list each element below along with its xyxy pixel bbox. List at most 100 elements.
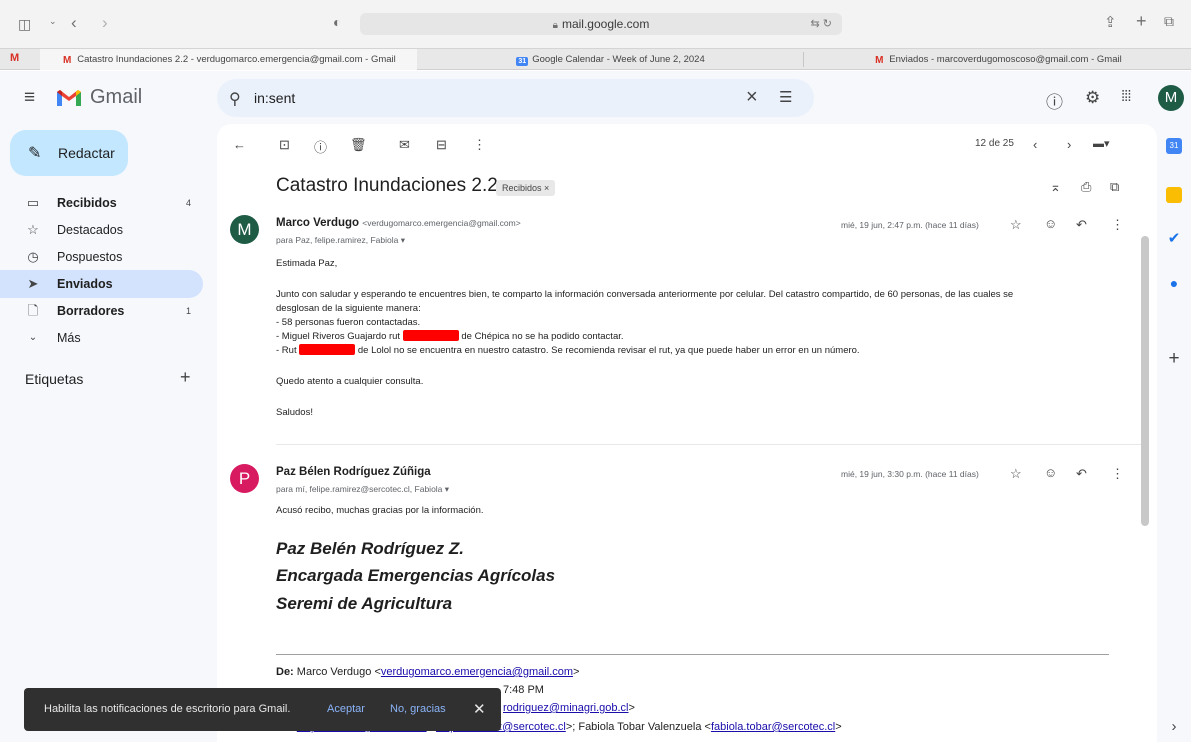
search-bar[interactable]: ⚲ in:sent × ☰ <box>217 79 814 117</box>
recipients-line[interactable]: para mí, felipe.ramirez@sercotec.cl, Fab… <box>276 484 449 495</box>
message-date: mié, 19 jun, 2:47 p.m. (hace 11 días) <box>841 220 979 230</box>
input-tools-icon[interactable]: ▬▾ <box>1093 137 1110 150</box>
back-icon[interactable]: ‹ <box>71 13 77 33</box>
send-icon: ➤ <box>27 276 39 291</box>
message-divider <box>276 444 1142 445</box>
decline-button[interactable]: No, gracias <box>390 703 446 715</box>
forward-icon[interactable]: › <box>102 13 108 33</box>
sidebar-toggle-icon[interactable]: ◫ <box>18 16 31 33</box>
chevron-down-icon[interactable]: ⌄ <box>49 16 57 27</box>
report-spam-icon[interactable]: ⓘ <box>314 137 327 156</box>
apps-grid-icon[interactable]: ⁞⁞⁞ <box>1121 88 1131 105</box>
quoted-email-link[interactable]: fabiola.tobar@sercotec.cl <box>711 721 835 733</box>
quoted-time: 7:48 PM <box>503 684 544 696</box>
compose-label: Redactar <box>58 145 115 161</box>
search-icon[interactable]: ⚲ <box>229 89 241 109</box>
scrollbar-thumb[interactable] <box>1141 236 1149 526</box>
pagination-count: 12 de 25 <box>975 138 1014 149</box>
nav-label: Recibidos <box>57 196 117 210</box>
star-icon[interactable]: ☆ <box>1010 217 1022 233</box>
quoted-to: rodriguez@minagri.gob.cl> <box>503 702 635 714</box>
settings-gear-icon[interactable]: ⚙ <box>1085 88 1100 108</box>
print-icon[interactable]: ⎙ <box>1081 179 1091 195</box>
sidebar-item-borradores[interactable]: 🗋︎ Borradores 1 <box>0 297 203 325</box>
more-vert-icon[interactable]: ⋮ <box>1111 217 1124 233</box>
bullet-text: - Miguel Riveros Guajardo rut <box>276 331 401 342</box>
account-avatar[interactable]: M <box>1158 85 1184 111</box>
quoted-bracket: > <box>628 702 635 714</box>
calendar-favicon-icon: 31 <box>516 57 529 66</box>
archive-icon[interactable]: ⊡ <box>279 137 290 153</box>
search-input[interactable]: in:sent <box>254 90 295 106</box>
recipients-line[interactable]: para Paz, felipe.ramirez, Fabiola ▾ <box>276 235 405 246</box>
quoted-email-link[interactable]: rodriguez@minagri.gob.cl <box>503 702 629 714</box>
address-bar[interactable]: 🔒︎ mail.google.com ⇆ ↻ <box>360 13 842 35</box>
emoji-reaction-icon[interactable]: ☺ <box>1044 465 1057 480</box>
tab-calendar[interactable]: 31 Google Calendar - Week of June 2, 2024 <box>418 49 803 70</box>
gmail-logo[interactable]: Gmail <box>56 85 142 109</box>
compose-button[interactable]: ✎ Redactar <box>10 130 128 176</box>
nav-label: Enviados <box>57 277 113 291</box>
sender-avatar[interactable]: P <box>230 464 259 493</box>
expand-panel-icon[interactable]: › <box>1166 719 1182 735</box>
help-icon[interactable]: ⓘ <box>1046 88 1063 113</box>
next-message-icon[interactable]: › <box>1067 137 1071 152</box>
delete-icon[interactable]: 🗑︎ <box>350 137 367 153</box>
share-icon[interactable]: ⇪ <box>1104 13 1117 31</box>
body-paragraph: desglosan de la siguiente manera: <box>276 303 421 314</box>
url-text: mail.google.com <box>561 17 650 31</box>
more-vert-icon[interactable]: ⋮ <box>473 137 486 153</box>
prev-message-icon[interactable]: ‹ <box>1033 137 1037 152</box>
snackbar-message: Habilita las notificaciones de escritori… <box>44 703 291 715</box>
sidebar-item-enviados[interactable]: ➤ Enviados <box>0 270 203 298</box>
pinned-gmail-tab-icon[interactable]: M <box>10 52 19 64</box>
close-icon[interactable]: ✕ <box>473 700 486 718</box>
move-to-icon[interactable]: ⊟ <box>436 137 447 153</box>
tasks-app-icon[interactable]: ✔ <box>1166 231 1182 247</box>
add-addon-icon[interactable]: + <box>1166 349 1182 368</box>
sidebar-item-recibidos[interactable]: ▭ Recibidos 4 <box>0 189 203 217</box>
emoji-reaction-icon[interactable]: ☺ <box>1044 216 1057 231</box>
open-new-window-icon[interactable]: ⧉ <box>1110 179 1119 195</box>
bullet-item: - Rut de Lolol no se encuentra en nuestr… <box>276 344 1013 358</box>
labels-header: Etiquetas <box>25 371 84 387</box>
new-tab-icon[interactable]: + <box>1136 11 1147 32</box>
tab-enviados[interactable]: M Enviados - marcoverdugomoscoso@gmail.co… <box>804 49 1191 70</box>
reply-icon[interactable]: ↶ <box>1076 466 1087 482</box>
keep-app-icon[interactable] <box>1166 187 1182 203</box>
translate-reload-icon[interactable]: ⇆ ↻ <box>811 13 833 35</box>
closing-line: Quedo atento a cualquier consulta. <box>276 376 424 387</box>
sender-name[interactable]: Marco Verdugo <box>276 217 359 229</box>
search-options-icon[interactable]: ☰ <box>779 88 792 106</box>
more-vert-icon[interactable]: ⋮ <box>1111 466 1124 482</box>
back-arrow-icon[interactable]: ← <box>233 137 246 152</box>
label-badge-recibidos[interactable]: Recibidos × <box>496 180 556 196</box>
nav-count: 4 <box>185 198 191 208</box>
message-body: Estimada Paz, Junto con saludar y espera… <box>276 257 1013 420</box>
nav-count: 1 <box>185 306 191 316</box>
sidebar-item-destacados[interactable]: ☆ Destacados <box>0 216 203 244</box>
email-subject: Catastro Inundaciones 2.2 <box>276 175 498 196</box>
sidebar-item-mas[interactable]: ⌄ Más <box>0 324 203 352</box>
reply-icon[interactable]: ↶ <box>1076 217 1087 233</box>
mark-unread-icon[interactable]: ✉ <box>399 137 410 153</box>
clear-search-icon[interactable]: × <box>746 86 758 109</box>
sidebar-item-pospuestos[interactable]: ◷ Pospuestos <box>0 243 203 271</box>
body-paragraph: Junto con saludar y esperando te encuent… <box>276 289 1014 300</box>
tab-overview-icon[interactable]: ⧉ <box>1164 13 1174 30</box>
star-icon[interactable]: ☆ <box>1010 466 1022 482</box>
sender-avatar[interactable]: M <box>230 215 259 244</box>
lock-icon: 🔒︎ <box>552 20 558 31</box>
privacy-shield-icon[interactable]: ◐ <box>333 14 341 30</box>
quoted-email-link[interactable]: verdugomarco.emergencia@gmail.com <box>381 666 573 678</box>
tab-catastro[interactable]: M Catastro Inundaciones 2.2 - verdugomarc… <box>40 49 417 70</box>
collapse-all-icon[interactable]: ⌅ <box>1050 179 1061 195</box>
contacts-app-icon[interactable]: ● <box>1166 275 1182 291</box>
calendar-app-icon[interactable]: 31 <box>1166 138 1182 154</box>
bullet-item: - Miguel Riveros Guajardo rut de Chépica… <box>276 330 1013 344</box>
sender-name[interactable]: Paz Bélen Rodríguez Zúñiga <box>276 466 431 478</box>
accept-button[interactable]: Aceptar <box>327 703 365 715</box>
main-menu-icon[interactable]: ≡ <box>24 88 35 107</box>
add-label-icon[interactable]: + <box>180 367 191 388</box>
tab-title: Catastro Inundaciones 2.2 - verdugomarco… <box>77 54 396 65</box>
